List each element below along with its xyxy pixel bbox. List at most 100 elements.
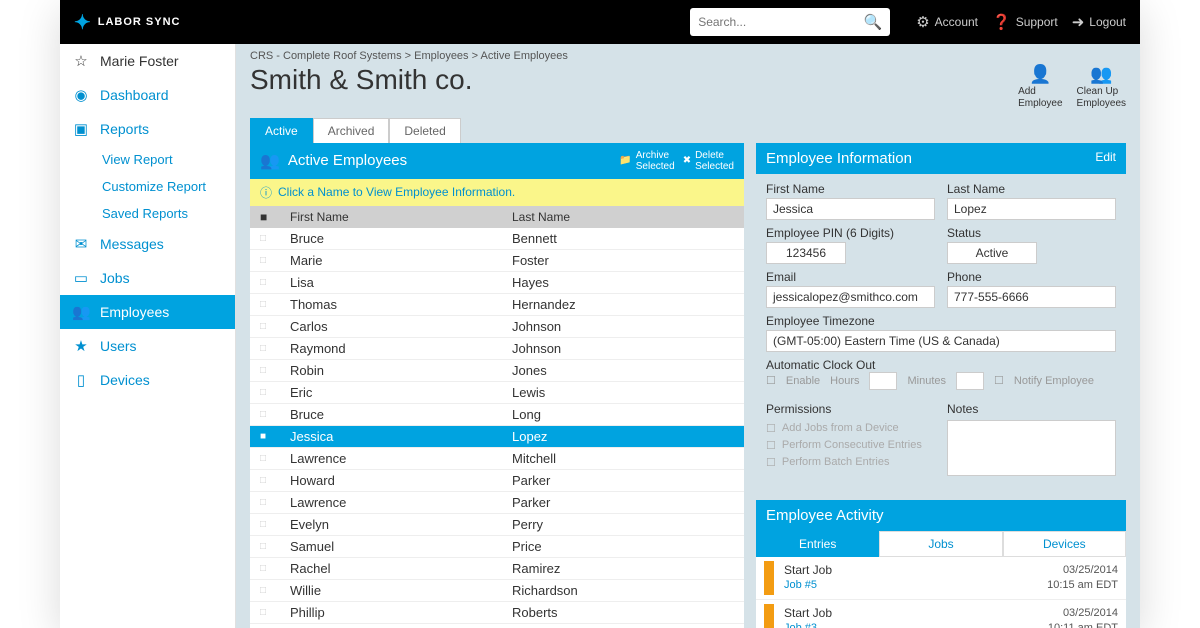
table-row[interactable]: □RaymondJohnson — [250, 338, 744, 360]
col-last-name[interactable]: Last Name — [512, 210, 734, 224]
activity-title: Employee Activity — [766, 507, 884, 524]
table-header: ■ First Name Last Name — [250, 206, 744, 228]
employees-panel: 👥 Active Employees 📁Archive Selected ✖De… — [250, 143, 744, 628]
hours-input[interactable] — [869, 372, 897, 390]
activity-tab-jobs[interactable]: Jobs — [879, 531, 1002, 557]
row-checkbox[interactable]: □ — [260, 277, 290, 288]
row-checkbox[interactable]: □ — [260, 497, 290, 508]
table-row[interactable]: ■JessicaLopez — [250, 426, 744, 448]
page-title: Smith & Smith co. — [250, 64, 1018, 96]
label-email: Email — [766, 270, 935, 284]
logout-icon: ➜ — [1072, 13, 1085, 31]
search-input[interactable] — [698, 15, 863, 29]
table-row[interactable]: □BruceLong — [250, 404, 744, 426]
table-row[interactable]: □EricLewis — [250, 382, 744, 404]
row-checkbox[interactable]: □ — [260, 255, 290, 266]
col-checkbox[interactable]: ■ — [260, 210, 290, 224]
col-first-name[interactable]: First Name — [290, 210, 512, 224]
perm-batch[interactable]: ☐Perform Batch Entries — [766, 454, 935, 471]
table-row[interactable]: □BruceBennett — [250, 228, 744, 250]
tab-active[interactable]: Active — [250, 118, 313, 143]
table-row[interactable]: □HowardParker — [250, 470, 744, 492]
logo-text: LABOR SYNC — [98, 16, 181, 28]
label-phone: Phone — [947, 270, 1116, 284]
row-checkbox[interactable]: □ — [260, 475, 290, 486]
sidebar-item-messages[interactable]: ✉Messages — [60, 227, 235, 261]
sidebar-user[interactable]: ☆Marie Foster — [60, 44, 235, 78]
label-permissions: Permissions — [766, 402, 935, 416]
row-checkbox[interactable]: □ — [260, 321, 290, 332]
archive-selected-button[interactable]: 📁Archive Selected — [619, 150, 674, 172]
value-timezone: (GMT-05:00) Eastern Time (US & Canada) — [766, 330, 1116, 352]
enable-checkbox[interactable]: ☐ — [766, 374, 776, 387]
notes-input[interactable] — [947, 420, 1116, 476]
folder-icon: 📁 — [619, 155, 631, 166]
sidebar-item-jobs[interactable]: ▭Jobs — [60, 261, 235, 295]
people-icon: 👥 — [260, 151, 280, 171]
sidebar-item-devices[interactable]: ▯Devices — [60, 363, 235, 397]
reports-icon: ▣ — [72, 120, 90, 138]
label-pin: Employee PIN (6 Digits) — [766, 226, 935, 240]
row-checkbox[interactable]: □ — [260, 607, 290, 618]
table-row[interactable]: □LisaHayes — [250, 272, 744, 294]
sidebar-item-users[interactable]: ★Users — [60, 329, 235, 363]
table-row[interactable]: □LawrenceMitchell — [250, 448, 744, 470]
row-checkbox[interactable]: □ — [260, 541, 290, 552]
table-row[interactable]: □PhilipRobinson — [250, 624, 744, 628]
sidebar-sub-customize-report[interactable]: Customize Report — [60, 173, 235, 200]
row-checkbox[interactable]: □ — [260, 409, 290, 420]
row-checkbox[interactable]: □ — [260, 343, 290, 354]
sidebar-item-reports[interactable]: ▣Reports — [60, 112, 235, 146]
label-last-name: Last Name — [947, 182, 1116, 196]
cleanup-employees-button[interactable]: 👥Clean Up Employees — [1077, 64, 1126, 110]
activity-row[interactable]: Start JobJob #503/25/201410:15 am EDT — [756, 557, 1126, 600]
sidebar-sub-view-report[interactable]: View Report — [60, 146, 235, 173]
activity-tab-entries[interactable]: Entries — [756, 531, 879, 557]
table-row[interactable]: □SamuelPrice — [250, 536, 744, 558]
table-row[interactable]: □CarlosJohnson — [250, 316, 744, 338]
search-icon[interactable]: 🔍 — [864, 13, 883, 31]
logout-link[interactable]: ➜Logout — [1072, 13, 1126, 31]
add-employee-button[interactable]: 👤Add Employee — [1018, 64, 1062, 110]
value-last-name: Lopez — [947, 198, 1116, 220]
table-row[interactable]: □EvelynPerry — [250, 514, 744, 536]
row-checkbox[interactable]: □ — [260, 585, 290, 596]
activity-tab-devices[interactable]: Devices — [1003, 531, 1126, 557]
tab-deleted[interactable]: Deleted — [389, 118, 460, 143]
row-checkbox[interactable]: □ — [260, 299, 290, 310]
row-checkbox[interactable]: □ — [260, 453, 290, 464]
account-link[interactable]: ⚙Account — [916, 13, 978, 31]
table-row[interactable]: □RobinJones — [250, 360, 744, 382]
info-title: Employee Information — [766, 150, 912, 167]
dashboard-icon: ◉ — [72, 86, 90, 104]
row-checkbox[interactable]: □ — [260, 519, 290, 530]
table-row[interactable]: □MarieFoster — [250, 250, 744, 272]
tab-archived[interactable]: Archived — [313, 118, 390, 143]
search-box[interactable]: 🔍 — [690, 8, 890, 36]
table-row[interactable]: □WillieRichardson — [250, 580, 744, 602]
table-row[interactable]: □RachelRamirez — [250, 558, 744, 580]
sidebar-item-employees[interactable]: 👥Employees — [60, 295, 235, 329]
delete-selected-button[interactable]: ✖Delete Selected — [683, 150, 734, 172]
row-checkbox[interactable]: □ — [260, 387, 290, 398]
row-checkbox[interactable]: □ — [260, 563, 290, 574]
sidebar-item-dashboard[interactable]: ◉Dashboard — [60, 78, 235, 112]
row-checkbox[interactable]: □ — [260, 233, 290, 244]
label-timezone: Employee Timezone — [766, 314, 1116, 328]
notify-checkbox[interactable]: ☐ — [994, 374, 1004, 387]
support-link[interactable]: ❓Support — [992, 13, 1058, 31]
table-row[interactable]: □PhillipRoberts — [250, 602, 744, 624]
row-checkbox[interactable]: ■ — [260, 431, 290, 442]
sidebar-sub-saved-reports[interactable]: Saved Reports — [60, 200, 235, 227]
minutes-input[interactable] — [956, 372, 984, 390]
table-row[interactable]: □ThomasHernandez — [250, 294, 744, 316]
table-row[interactable]: □LawrenceParker — [250, 492, 744, 514]
people-icon: 👥 — [1090, 64, 1112, 86]
activity-row[interactable]: Start JobJob #303/25/201410:11 am EDT — [756, 600, 1126, 628]
panel-title: Active Employees — [288, 152, 407, 169]
perm-consecutive[interactable]: ☐Perform Consecutive Entries — [766, 437, 935, 454]
row-checkbox[interactable]: □ — [260, 365, 290, 376]
edit-button[interactable]: Edit — [1095, 150, 1116, 167]
perm-add-jobs[interactable]: ☐Add Jobs from a Device — [766, 420, 935, 437]
close-icon: ✖ — [683, 155, 691, 166]
